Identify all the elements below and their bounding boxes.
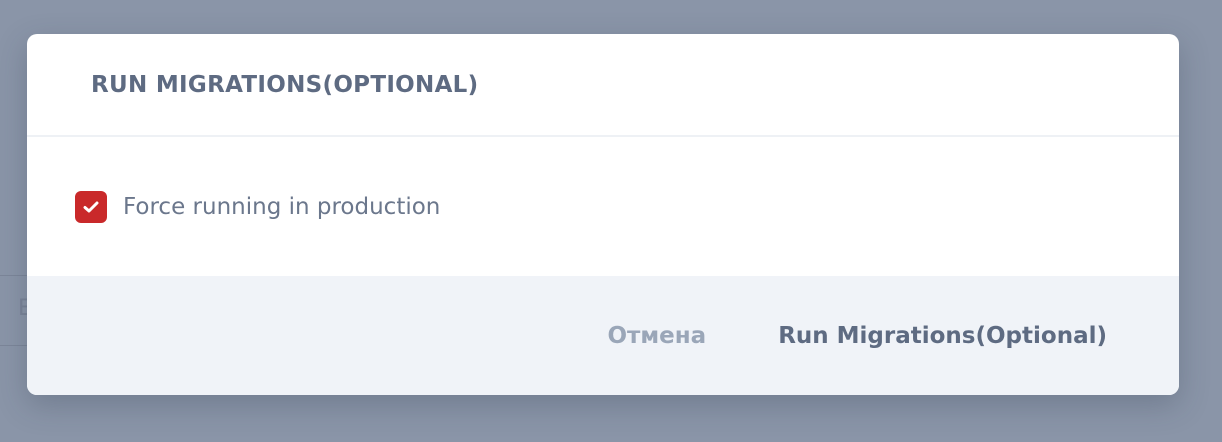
- modal-body: Force running in production: [27, 137, 1179, 276]
- run-migrations-modal: RUN MIGRATIONS(OPTIONAL) Force running i…: [27, 34, 1179, 395]
- modal-title: RUN MIGRATIONS(OPTIONAL): [91, 71, 479, 98]
- force-production-checkbox[interactable]: [75, 190, 107, 223]
- run-migrations-button[interactable]: Run Migrations(Optional): [778, 323, 1107, 349]
- background-divider: [0, 275, 27, 276]
- checkmark-icon: [83, 201, 99, 212]
- cancel-button[interactable]: Отмена: [607, 323, 706, 349]
- background-divider: [0, 345, 27, 346]
- modal-header: RUN MIGRATIONS(OPTIONAL): [27, 34, 1179, 137]
- force-production-label[interactable]: Force running in production: [123, 194, 440, 220]
- modal-footer: Отмена Run Migrations(Optional): [27, 276, 1179, 395]
